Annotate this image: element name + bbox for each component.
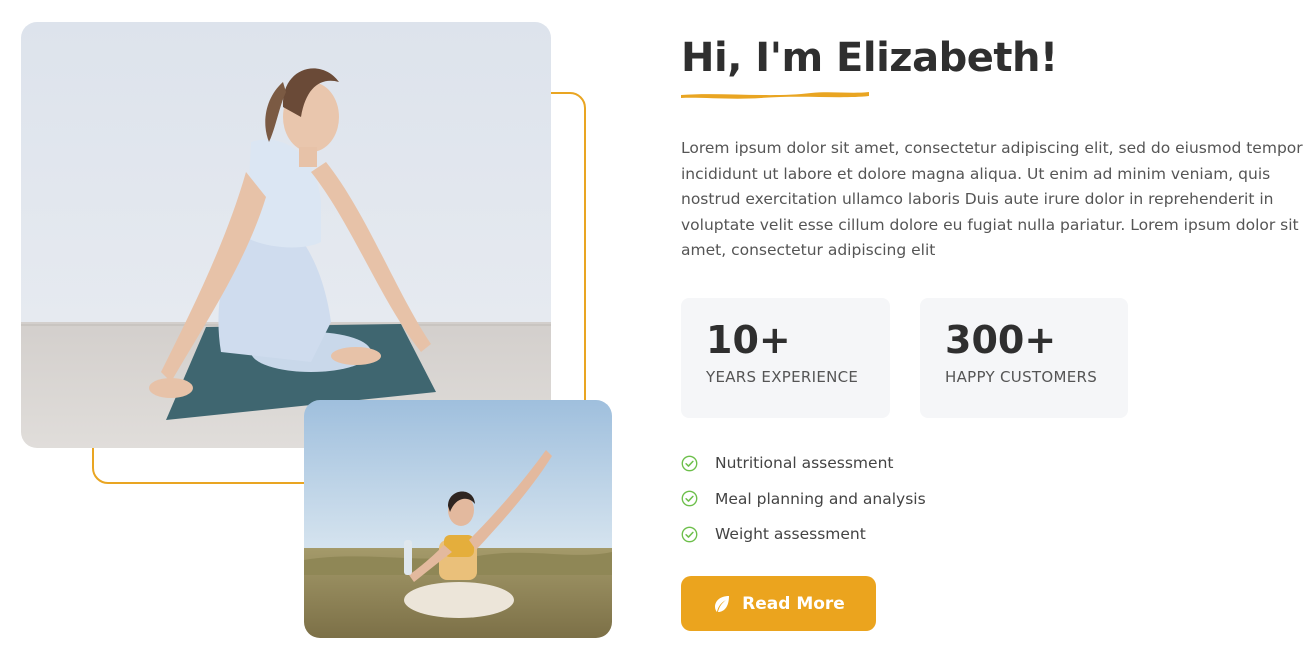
main-photo [21,22,551,448]
feature-list: Nutritional assessment Meal planning and… [681,446,1311,553]
stat-label: HAPPY CUSTOMERS [945,367,1098,386]
page-title: Hi, I'm Elizabeth! [681,35,1058,81]
stat-number: 10+ [706,317,791,362]
about-content: Hi, I'm Elizabeth! Lorem ipsum dolor sit… [681,30,1311,631]
stat-number: 300+ [945,317,1057,362]
stat-label: YEARS EXPERIENCE [706,367,859,386]
read-more-button[interactable]: Read More [681,576,876,631]
stat-card: 300+ HAPPY CUSTOMERS [920,297,1128,418]
leaf-icon [715,595,730,612]
list-item: Nutritional assessment [681,446,1311,482]
read-more-label: Read More [742,593,845,614]
check-circle-icon [681,490,698,507]
brush-underline [681,92,869,99]
check-circle-icon [681,455,698,472]
intro-paragraph: Lorem ipsum dolor sit amet, consectetur … [681,139,1303,259]
stats-row: 10+ YEARS EXPERIENCE 300+ HAPPY CUSTOMER… [681,297,1311,418]
list-item: Meal planning and analysis [681,481,1311,517]
stat-card: 10+ YEARS EXPERIENCE [681,297,890,418]
list-item: Weight assessment [681,517,1311,553]
about-section: Hi, I'm Elizabeth! Lorem ipsum dolor sit… [0,0,1316,645]
feature-label: Meal planning and analysis [715,489,926,508]
check-circle-icon [681,526,698,543]
feature-label: Nutritional assessment [715,454,894,473]
feature-label: Weight assessment [715,525,866,544]
secondary-photo [304,400,612,638]
